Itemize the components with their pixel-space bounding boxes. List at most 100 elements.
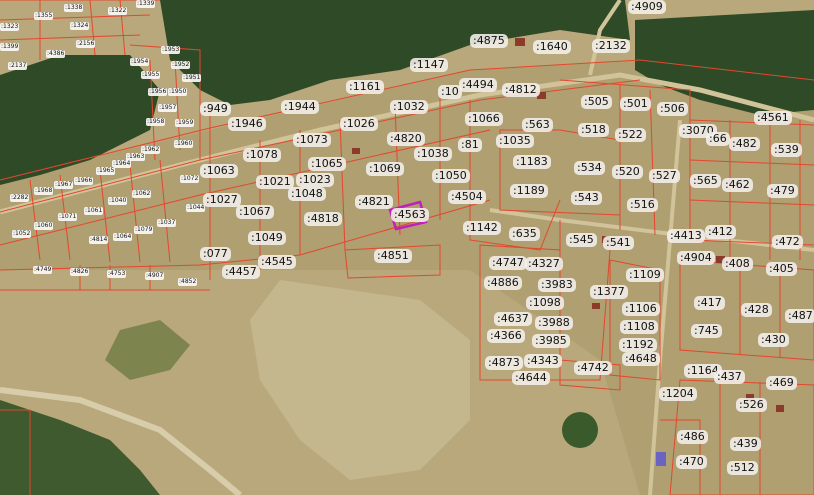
parcel-label[interactable]: :545 bbox=[566, 233, 597, 247]
parcel-label[interactable]: :565 bbox=[690, 174, 721, 188]
parcel-label[interactable]: :1377 bbox=[590, 285, 628, 299]
parcel-label[interactable]: :4873 bbox=[485, 356, 523, 370]
parcel-label[interactable]: :1027 bbox=[203, 193, 241, 207]
parcel-label[interactable]: :1189 bbox=[510, 184, 548, 198]
parcel-label[interactable]: :506 bbox=[657, 102, 688, 116]
parcel-label[interactable]: :3988 bbox=[535, 316, 573, 330]
parcel-label-small[interactable]: :1968 bbox=[34, 187, 54, 195]
parcel-label[interactable]: :4545 bbox=[258, 255, 296, 269]
parcel-label[interactable]: :462 bbox=[722, 178, 753, 192]
parcel-label-small[interactable]: :4852 bbox=[178, 278, 198, 286]
parcel-label[interactable]: :1038 bbox=[414, 147, 452, 161]
parcel-label[interactable]: :745 bbox=[691, 324, 722, 338]
parcel-label-small[interactable]: :1950 bbox=[168, 88, 188, 96]
parcel-label[interactable]: :543 bbox=[571, 191, 602, 205]
parcel-label[interactable]: :81 bbox=[458, 138, 482, 152]
parcel-label-small[interactable]: :1951 bbox=[182, 74, 202, 82]
parcel-label-small[interactable]: :1960 bbox=[174, 140, 194, 148]
parcel-label[interactable]: :1142 bbox=[463, 221, 501, 235]
parcel-label[interactable]: :4742 bbox=[574, 361, 612, 375]
parcel-label[interactable]: :1050 bbox=[432, 169, 470, 183]
parcel-label-small[interactable]: :1958 bbox=[146, 118, 166, 126]
parcel-label[interactable]: :1109 bbox=[626, 268, 664, 282]
parcel-label[interactable]: :1067 bbox=[236, 205, 274, 219]
parcel-label[interactable]: :1161 bbox=[346, 80, 384, 94]
parcel-label[interactable]: :1035 bbox=[496, 134, 534, 148]
parcel-label[interactable]: :412 bbox=[705, 225, 736, 239]
parcel-label[interactable]: :4821 bbox=[355, 195, 393, 209]
parcel-label-small[interactable]: :4907 bbox=[145, 272, 165, 280]
parcel-label-small[interactable]: :1324 bbox=[70, 22, 90, 30]
parcel-label[interactable]: :3983 bbox=[538, 278, 576, 292]
parcel-label-small[interactable]: :1952 bbox=[171, 61, 191, 69]
parcel-label[interactable]: :4648 bbox=[622, 352, 660, 366]
parcel-label-small[interactable]: :1399 bbox=[0, 43, 20, 51]
parcel-label[interactable]: :949 bbox=[200, 102, 231, 116]
parcel-label[interactable]: :1048 bbox=[288, 187, 326, 201]
parcel-label-small[interactable]: :1071 bbox=[58, 213, 78, 221]
parcel-label[interactable]: :541 bbox=[603, 236, 634, 250]
parcel-label[interactable]: :3985 bbox=[532, 334, 570, 348]
parcel-label[interactable]: :470 bbox=[676, 455, 707, 469]
parcel-label-small[interactable]: :4753 bbox=[107, 270, 127, 278]
parcel-label-small[interactable]: :1964 bbox=[112, 160, 132, 168]
parcel-label-small[interactable]: :4749 bbox=[33, 266, 53, 274]
parcel-label[interactable]: :1204 bbox=[659, 387, 697, 401]
parcel-label[interactable]: :501 bbox=[620, 97, 651, 111]
parcel-label[interactable]: :4504 bbox=[448, 190, 486, 204]
parcel-label-small[interactable]: :4826 bbox=[70, 268, 90, 276]
parcel-label[interactable]: :428 bbox=[741, 303, 772, 317]
parcel-label[interactable]: :66 bbox=[706, 132, 730, 146]
parcel-label-small[interactable]: :1064 bbox=[113, 233, 133, 241]
parcel-label-small[interactable]: :1338 bbox=[64, 4, 84, 12]
parcel-label[interactable]: :520 bbox=[612, 165, 643, 179]
parcel-label-small[interactable]: :1953 bbox=[161, 46, 181, 54]
parcel-label-small[interactable]: :1044 bbox=[186, 204, 206, 212]
parcel-label[interactable]: :487 bbox=[785, 309, 814, 323]
parcel-label[interactable]: :1032 bbox=[390, 100, 428, 114]
parcel-label[interactable]: :4457 bbox=[222, 265, 260, 279]
parcel-label[interactable]: :4812 bbox=[502, 83, 540, 97]
cadastral-map[interactable]: :4909:4875:1640:2132:1147:1161:4494:10:4… bbox=[0, 0, 814, 495]
parcel-label[interactable]: :1063 bbox=[200, 164, 238, 178]
parcel-label[interactable]: :4644 bbox=[512, 371, 550, 385]
parcel-label-small[interactable]: :1955 bbox=[141, 71, 161, 79]
parcel-label-small[interactable]: :1966 bbox=[74, 177, 94, 185]
parcel-label[interactable]: :405 bbox=[766, 262, 797, 276]
parcel-label-small[interactable]: :2137 bbox=[8, 62, 28, 70]
parcel-label[interactable]: :1066 bbox=[465, 112, 503, 126]
parcel-label[interactable]: :4343 bbox=[524, 354, 562, 368]
parcel-label[interactable]: :4494 bbox=[459, 78, 497, 92]
parcel-label[interactable]: :539 bbox=[771, 143, 802, 157]
parcel-label[interactable]: :4818 bbox=[304, 212, 342, 226]
parcel-label[interactable]: :472 bbox=[772, 235, 803, 249]
parcel-label-small[interactable]: :1954 bbox=[130, 58, 150, 66]
parcel-label[interactable]: :4747 bbox=[489, 256, 527, 270]
parcel-label-small[interactable]: :1072 bbox=[180, 175, 200, 183]
parcel-label-small[interactable]: :4814 bbox=[89, 236, 109, 244]
parcel-label[interactable]: :516 bbox=[627, 198, 658, 212]
parcel-label[interactable]: :527 bbox=[649, 169, 680, 183]
parcel-label[interactable]: :4366 bbox=[487, 329, 525, 343]
parcel-label-small[interactable]: :1323 bbox=[0, 23, 20, 31]
parcel-label[interactable]: :482 bbox=[729, 137, 760, 151]
parcel-label[interactable]: :1192 bbox=[619, 338, 657, 352]
parcel-label[interactable]: :1098 bbox=[526, 296, 564, 310]
parcel-label[interactable]: :479 bbox=[767, 184, 798, 198]
parcel-label-small[interactable]: :1040 bbox=[108, 197, 128, 205]
parcel-label[interactable]: :4820 bbox=[387, 132, 425, 146]
parcel-label[interactable]: :1108 bbox=[620, 320, 658, 334]
parcel-label[interactable]: :430 bbox=[758, 333, 789, 347]
parcel-label-small[interactable]: :1339 bbox=[136, 0, 156, 8]
parcel-label-small[interactable]: :1957 bbox=[158, 104, 178, 112]
parcel-label[interactable]: :1147 bbox=[410, 58, 448, 72]
parcel-label[interactable]: :4909 bbox=[628, 0, 666, 14]
parcel-label-small[interactable]: :1052 bbox=[12, 230, 32, 238]
parcel-label-small[interactable]: :1965 bbox=[96, 167, 116, 175]
parcel-label[interactable]: :505 bbox=[581, 95, 612, 109]
parcel-label[interactable]: :1073 bbox=[293, 133, 331, 147]
parcel-label-small[interactable]: :1062 bbox=[132, 190, 152, 198]
parcel-label[interactable]: :439 bbox=[730, 437, 761, 451]
parcel-label[interactable]: :563 bbox=[522, 118, 553, 132]
parcel-label[interactable]: :1021 bbox=[256, 175, 294, 189]
